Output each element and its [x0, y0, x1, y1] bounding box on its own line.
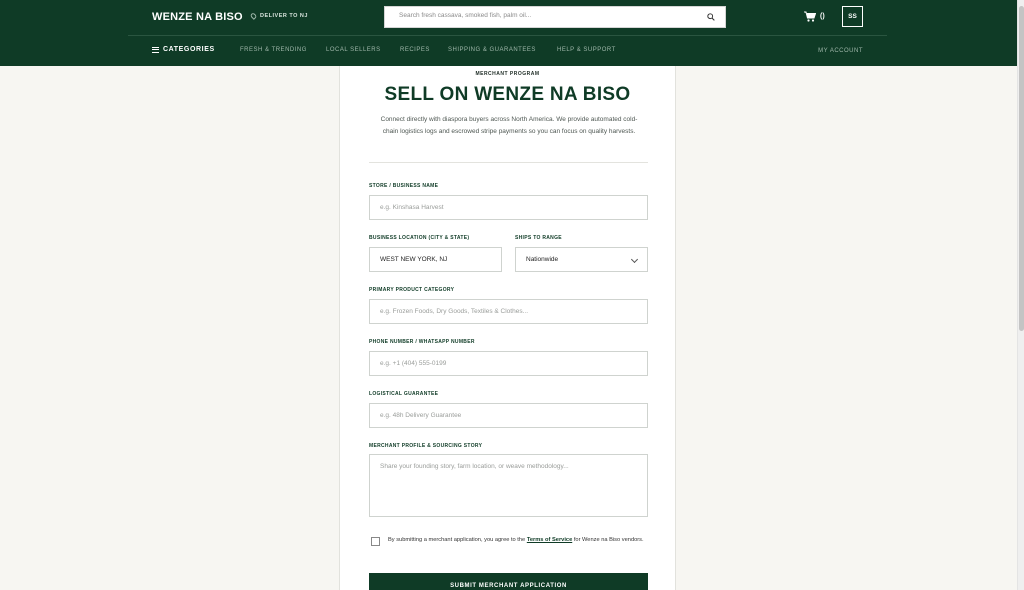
cart-icon	[804, 11, 816, 22]
terms-checkbox[interactable]	[371, 537, 380, 546]
search-input[interactable]	[399, 12, 699, 19]
form-eyebrow: MERCHANT PROGRAM	[475, 71, 540, 77]
terms-text: By submitting a merchant application, yo…	[388, 535, 644, 546]
categories-menu[interactable]: CATEGORIES	[152, 46, 215, 53]
page-scrollbar[interactable]	[1017, 0, 1024, 590]
merchant-application-form: MERCHANT PROGRAM SELL ON WENZE NA BISO C…	[339, 66, 676, 590]
deliver-location[interactable]: DELIVER TO NJ	[249, 12, 308, 20]
category-label: PRIMARY PRODUCT CATEGORY	[369, 287, 455, 293]
nav-link-local-sellers[interactable]: LOCAL SELLERS	[326, 47, 381, 53]
phone-input[interactable]: e.g. +1 (404) 555-0199	[369, 351, 648, 376]
divider	[369, 162, 648, 163]
profile-label: MERCHANT PROFILE & SOURCING STORY	[369, 443, 483, 449]
location-pin-icon	[249, 12, 258, 20]
submit-application-button[interactable]: SUBMIT MERCHANT APPLICATION	[369, 573, 648, 590]
terms-of-service-link[interactable]: Terms of Service	[527, 537, 572, 543]
top-bar: WENZE NA BISO DELIVER TO NJ () SS	[128, 0, 887, 36]
categories-label: CATEGORIES	[163, 46, 215, 53]
location-label: BUSINESS LOCATION (CITY & STATE)	[369, 235, 470, 241]
logo[interactable]: WENZE NA BISO	[152, 11, 243, 23]
location-input[interactable]: WEST NEW YORK, NJ	[369, 247, 502, 272]
page-title: SELL ON WENZE NA BISO	[384, 84, 631, 105]
ships-range-label: SHIPS TO RANGE	[515, 235, 562, 241]
terms-prefix: By submitting a merchant application, yo…	[388, 537, 526, 543]
nav-link-help-support[interactable]: HELP & SUPPORT	[557, 47, 616, 53]
category-input[interactable]: e.g. Frozen Foods, Dry Goods, Textiles &…	[369, 299, 648, 324]
site-header: WENZE NA BISO DELIVER TO NJ () SS CATEGO…	[0, 0, 1017, 66]
cart-count: ()	[820, 13, 825, 20]
deliver-label: DELIVER TO NJ	[260, 13, 308, 19]
search-icon[interactable]	[707, 13, 715, 21]
chevron-down-icon	[630, 255, 639, 264]
store-name-input[interactable]: e.g. Kinshasa Harvest	[369, 195, 648, 220]
scrollbar-thumb[interactable]	[1019, 6, 1024, 331]
phone-label: PHONE NUMBER / WHATSAPP NUMBER	[369, 339, 475, 345]
nav-link-fresh-trending[interactable]: FRESH & TRENDING	[240, 47, 307, 53]
form-intro: Connect directly with diaspora buyers ac…	[380, 116, 638, 135]
ships-range-select[interactable]: Nationwide	[515, 247, 648, 272]
avatar[interactable]: SS	[842, 6, 863, 27]
ships-range-value: Nationwide	[526, 256, 559, 263]
guarantee-label: LOGISTICAL GUARANTEE	[369, 391, 439, 397]
terms-row: By submitting a merchant application, yo…	[371, 535, 649, 546]
menu-icon	[152, 46, 159, 53]
store-name-label: STORE / BUSINESS NAME	[369, 183, 439, 189]
profile-textarea[interactable]: Share your founding story, farm location…	[369, 454, 648, 517]
nav-link-shipping-guarantees[interactable]: SHIPPING & GUARANTEES	[448, 47, 536, 53]
nav-link-recipes[interactable]: RECIPES	[400, 47, 430, 53]
cart-button[interactable]: ()	[804, 11, 825, 22]
guarantee-input[interactable]: e.g. 48h Delivery Guarantee	[369, 403, 648, 428]
my-account-link[interactable]: MY ACCOUNT	[818, 48, 863, 54]
main-nav: CATEGORIES FRESH & TRENDING LOCAL SELLER…	[128, 36, 887, 66]
search-bar	[384, 6, 726, 28]
terms-suffix: for Wenze na Biso vendors.	[573, 537, 644, 543]
